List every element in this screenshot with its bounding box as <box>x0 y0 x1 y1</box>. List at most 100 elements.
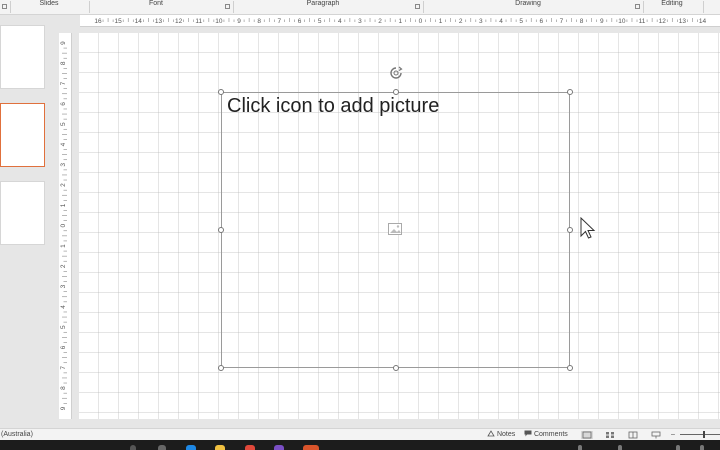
ruler-tick-label: 14 <box>135 18 143 25</box>
ruler-tick-label: 7 <box>60 81 67 85</box>
ruler-tick-label: 9 <box>237 18 241 25</box>
paragraph-dialog-launcher-icon[interactable] <box>415 4 420 9</box>
ruler-tick-label: 1 <box>439 18 443 25</box>
ruler-tick-label: 16 <box>94 18 102 25</box>
ruler-tick-label: 6 <box>298 18 302 25</box>
slide-thumbnail[interactable] <box>0 181 45 245</box>
reading-view-button[interactable] <box>627 431 639 439</box>
ruler-tick-label: 7 <box>278 18 282 25</box>
taskbar-app-icon[interactable] <box>215 445 225 450</box>
notes-label: Notes <box>496 431 516 438</box>
ruler-tick-label: 10 <box>618 18 626 25</box>
normal-view-icon <box>582 431 592 439</box>
comments-label: Comments <box>533 431 568 438</box>
comment-icon <box>524 430 532 437</box>
drawing-dialog-launcher-icon[interactable] <box>635 4 640 9</box>
ruler-tick-label: 8 <box>580 18 584 25</box>
resize-handle-top-left[interactable] <box>218 89 224 95</box>
ruler-tick-label: 0 <box>60 224 67 228</box>
ruler-tick-label: 7 <box>60 366 67 370</box>
ruler-tick-label: 3 <box>60 163 67 167</box>
ruler-tick-label: 5 <box>318 18 322 25</box>
resize-handle-bottom-right[interactable] <box>567 365 573 371</box>
zoom-slider-track[interactable] <box>680 434 720 435</box>
ruler-tick-label: 6 <box>60 345 67 349</box>
slideshow-button[interactable] <box>650 431 662 439</box>
ruler-tick-label: 2 <box>60 264 67 268</box>
horizontal-ruler: 16 15 14 13 12 11 10 9 8 7 6 5 4 3 2 1 0 1 2 3 4 5 6 7 8 9 10 11 12 1… <box>80 15 720 27</box>
group-label-slides: Slides <box>39 0 59 7</box>
ruler-tick-label: 6 <box>60 102 67 106</box>
taskbar-app-icon[interactable] <box>245 445 255 450</box>
taskbar-app-icon[interactable] <box>158 445 166 450</box>
ribbon-group-labels: Slides Font Paragraph Drawing Editing <box>0 0 720 15</box>
ruler-tick-label: 1 <box>398 18 402 25</box>
group-label-paragraph: Paragraph <box>306 0 340 7</box>
ruler-tick-label: 4 <box>60 142 67 146</box>
ruler-tick-label: 8 <box>60 386 67 390</box>
ruler-tick-label: 8 <box>60 61 67 65</box>
ruler-tick-label: 2 <box>378 18 382 25</box>
ruler-tick-label: 15 <box>115 18 123 25</box>
zoom-slider-thumb[interactable] <box>703 431 705 438</box>
taskbar-app-icon[interactable] <box>186 445 196 450</box>
group-label-editing: Editing <box>661 0 683 7</box>
resize-handle-top-right[interactable] <box>567 89 573 95</box>
dialog-launcher-icon[interactable] <box>2 4 7 9</box>
ruler-tick-label: 3 <box>358 18 362 25</box>
ruler-tick-label: 9 <box>60 406 67 410</box>
taskbar-app-icon[interactable] <box>274 445 284 450</box>
resize-handle-right[interactable] <box>567 227 573 233</box>
vertical-ruler: 9 8 7 6 5 4 3 2 1 0 1 2 3 4 5 6 7 8 9 <box>59 33 72 419</box>
ruler-tick-label: 11 <box>639 18 646 25</box>
ruler-tick-label: 10 <box>215 18 223 25</box>
slide-sorter-view-button[interactable] <box>604 431 616 439</box>
ruler-tick-label: 4 <box>338 18 342 25</box>
ruler-tick-label: 1 <box>60 203 67 207</box>
resize-handle-bottom-left[interactable] <box>218 365 224 371</box>
resize-handle-top[interactable] <box>393 89 399 95</box>
ruler-tick-label: 12 <box>659 18 667 25</box>
ruler-tick-label: 2 <box>459 18 463 25</box>
font-dialog-launcher-icon[interactable] <box>225 4 230 9</box>
ruler-tick-label: 9 <box>60 41 67 45</box>
slides-panel <box>0 15 58 428</box>
ruler-tick-label: 3 <box>479 18 483 25</box>
ruler-tick-label: 1 <box>60 244 67 248</box>
ruler-tick-label: 6 <box>539 18 543 25</box>
rotate-icon[interactable] <box>389 66 403 80</box>
ruler-tick-label: 5 <box>519 18 523 25</box>
ruler-tick-label: 4 <box>499 18 503 25</box>
powerpoint-taskbar-icon[interactable] <box>303 445 319 450</box>
tray-icon[interactable] <box>618 445 622 450</box>
taskbar-app-icon[interactable] <box>130 445 136 450</box>
ruler-corner <box>58 15 80 26</box>
ruler-tick-label: 5 <box>60 122 67 126</box>
windows-taskbar <box>0 440 720 450</box>
ruler-tick-label: 4 <box>60 305 67 309</box>
ruler-tick-label: 14 <box>699 18 707 25</box>
ruler-tick-label: 0 <box>419 18 423 25</box>
slide-thumbnail-selected[interactable] <box>0 103 45 167</box>
ruler-tick-label: 13 <box>679 18 687 25</box>
placeholder-prompt-text[interactable]: Click icon to add picture <box>227 95 439 118</box>
group-label-font: Font <box>148 0 163 7</box>
tray-icon[interactable] <box>676 445 680 450</box>
ruler-tick-label: 12 <box>175 18 183 25</box>
notes-icon <box>487 430 495 437</box>
resize-handle-left[interactable] <box>218 227 224 233</box>
picture-icon[interactable] <box>388 223 402 235</box>
slideshow-icon <box>651 431 661 439</box>
mouse-pointer-icon <box>580 217 596 239</box>
separator <box>703 1 704 13</box>
tray-icon[interactable] <box>578 445 582 450</box>
slide-thumbnail[interactable] <box>0 25 45 89</box>
reading-view-icon <box>628 431 638 439</box>
resize-handle-bottom[interactable] <box>393 365 399 371</box>
normal-view-button[interactable] <box>581 431 593 439</box>
slide-sorter-icon <box>606 432 614 438</box>
ruler-tick-label: 2 <box>60 183 67 187</box>
tray-icon[interactable] <box>700 445 704 450</box>
ruler-tick-label: 3 <box>60 284 67 288</box>
group-label-drawing: Drawing <box>515 0 541 7</box>
